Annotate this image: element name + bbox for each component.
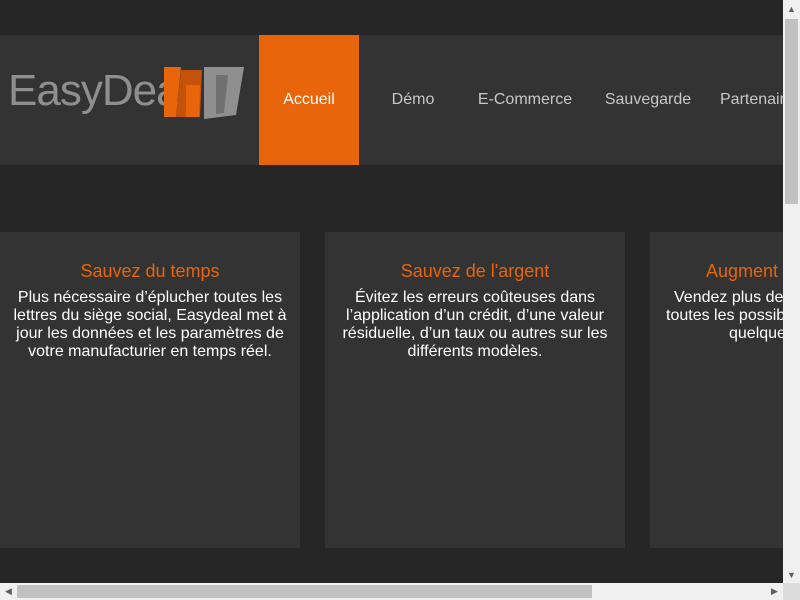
vertical-scroll-thumb[interactable] xyxy=(785,19,798,204)
horizontal-scrollbar[interactable]: ◀ ▶ xyxy=(0,583,783,600)
scroll-down-arrow-icon[interactable]: ▼ xyxy=(783,566,800,583)
feature-card-time: Sauvez du temps Plus nécessaire d’épluch… xyxy=(0,232,300,548)
feature-card-money: Sauvez de l'argent Évitez les erreurs co… xyxy=(325,232,625,548)
nav-item-demo[interactable]: Démo xyxy=(367,35,459,165)
scrollbar-corner xyxy=(783,583,800,600)
feature-card-sales: Augment Vendez plus de toutes les possib… xyxy=(650,232,783,548)
page-viewport: EasyDeal Accueil Démo E-Commerce Sauvega… xyxy=(0,0,783,583)
logo[interactable]: EasyDeal xyxy=(0,35,259,165)
scroll-up-arrow-icon[interactable]: ▲ xyxy=(783,0,800,17)
card-title: Augment xyxy=(706,261,779,281)
logo-text: EasyDeal xyxy=(8,66,189,115)
vertical-scrollbar[interactable]: ▲ ▼ xyxy=(783,0,800,583)
horizontal-scroll-thumb[interactable] xyxy=(17,585,592,598)
nav-item-partenaires[interactable]: Partenair xyxy=(720,35,783,165)
card-description: Vendez plus de toutes les possib quelque xyxy=(666,289,783,342)
card-title: Sauvez du temps xyxy=(80,261,220,281)
scroll-right-arrow-icon[interactable]: ▶ xyxy=(766,583,783,600)
scroll-left-arrow-icon[interactable]: ◀ xyxy=(0,583,17,600)
logo-mark-icon xyxy=(164,67,244,119)
nav-item-e-commerce[interactable]: E-Commerce xyxy=(470,35,580,165)
card-description: Plus nécessaire d’éplucher toutes les le… xyxy=(13,289,287,360)
nav-item-accueil[interactable]: Accueil xyxy=(259,35,359,165)
card-title: Sauvez de l'argent xyxy=(400,261,550,281)
card-description: Évitez les erreurs coûteuses dans l’appl… xyxy=(342,289,608,360)
nav-item-sauvegarde[interactable]: Sauvegarde xyxy=(597,35,699,165)
